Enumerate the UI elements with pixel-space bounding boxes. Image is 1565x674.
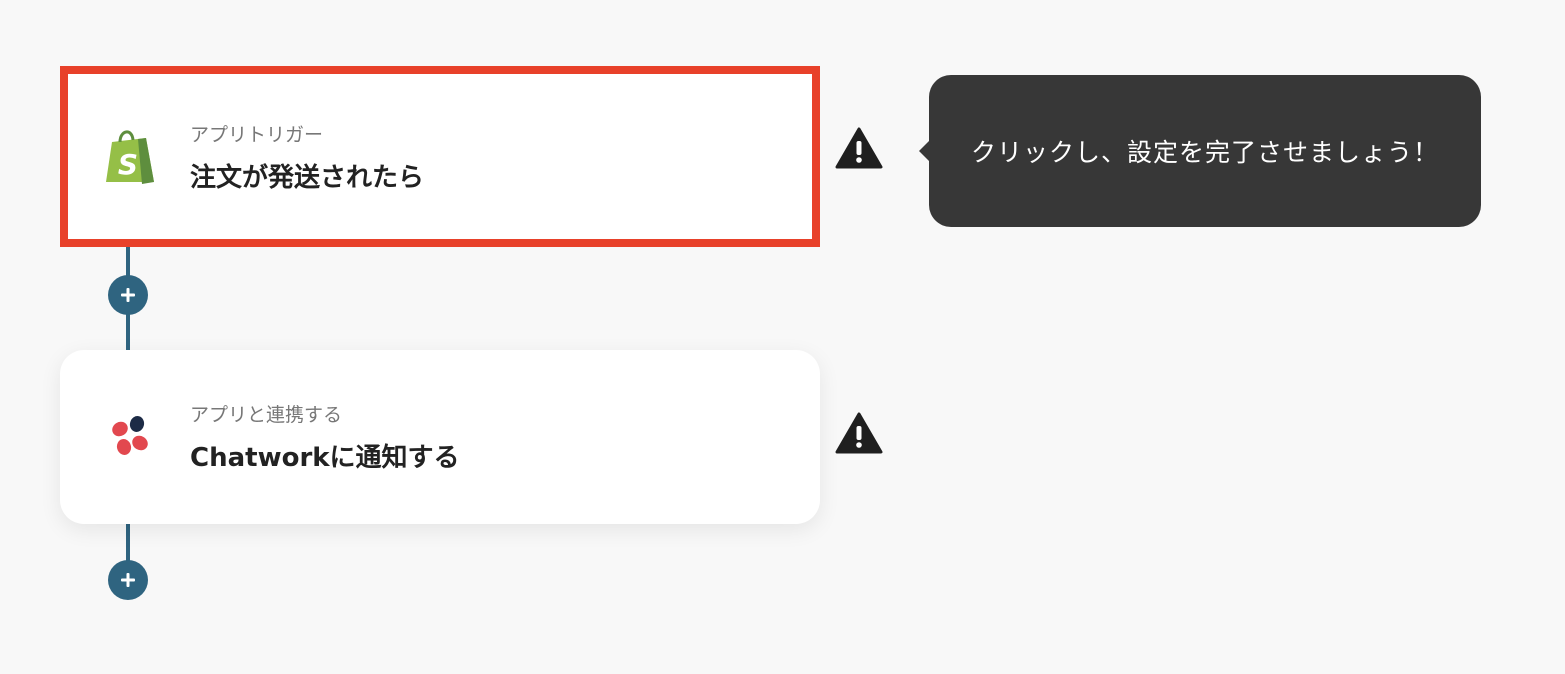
add-step-button[interactable]: [108, 275, 148, 315]
step-text: アプリトリガー 注文が発送されたら: [190, 120, 424, 194]
flow-step-action[interactable]: アプリと連携する Chatworkに通知する: [60, 350, 820, 524]
step-title: 注文が発送されたら: [190, 162, 425, 193]
svg-text:S: S: [118, 148, 138, 181]
setup-hint-tooltip: クリックし、設定を完了させましょう！: [919, 75, 1481, 227]
plus-icon: [121, 288, 135, 302]
shopify-icon: S: [100, 127, 160, 187]
chatwork-icon: [100, 407, 160, 467]
add-step-button[interactable]: [108, 560, 148, 600]
step-caption: アプリトリガー: [190, 123, 324, 146]
step-text: アプリと連携する Chatworkに通知する: [190, 400, 460, 474]
step-caption: アプリと連携する: [190, 404, 343, 426]
tooltip-text: クリックし、設定を完了させましょう！: [970, 138, 1439, 167]
flow-step-trigger[interactable]: S アプリトリガー 注文が発送されたら: [60, 66, 820, 247]
warning-icon: [835, 126, 883, 170]
step-title: Chatworkに通知する: [190, 443, 460, 473]
warning-icon: [835, 411, 883, 455]
plus-icon: [121, 573, 135, 587]
